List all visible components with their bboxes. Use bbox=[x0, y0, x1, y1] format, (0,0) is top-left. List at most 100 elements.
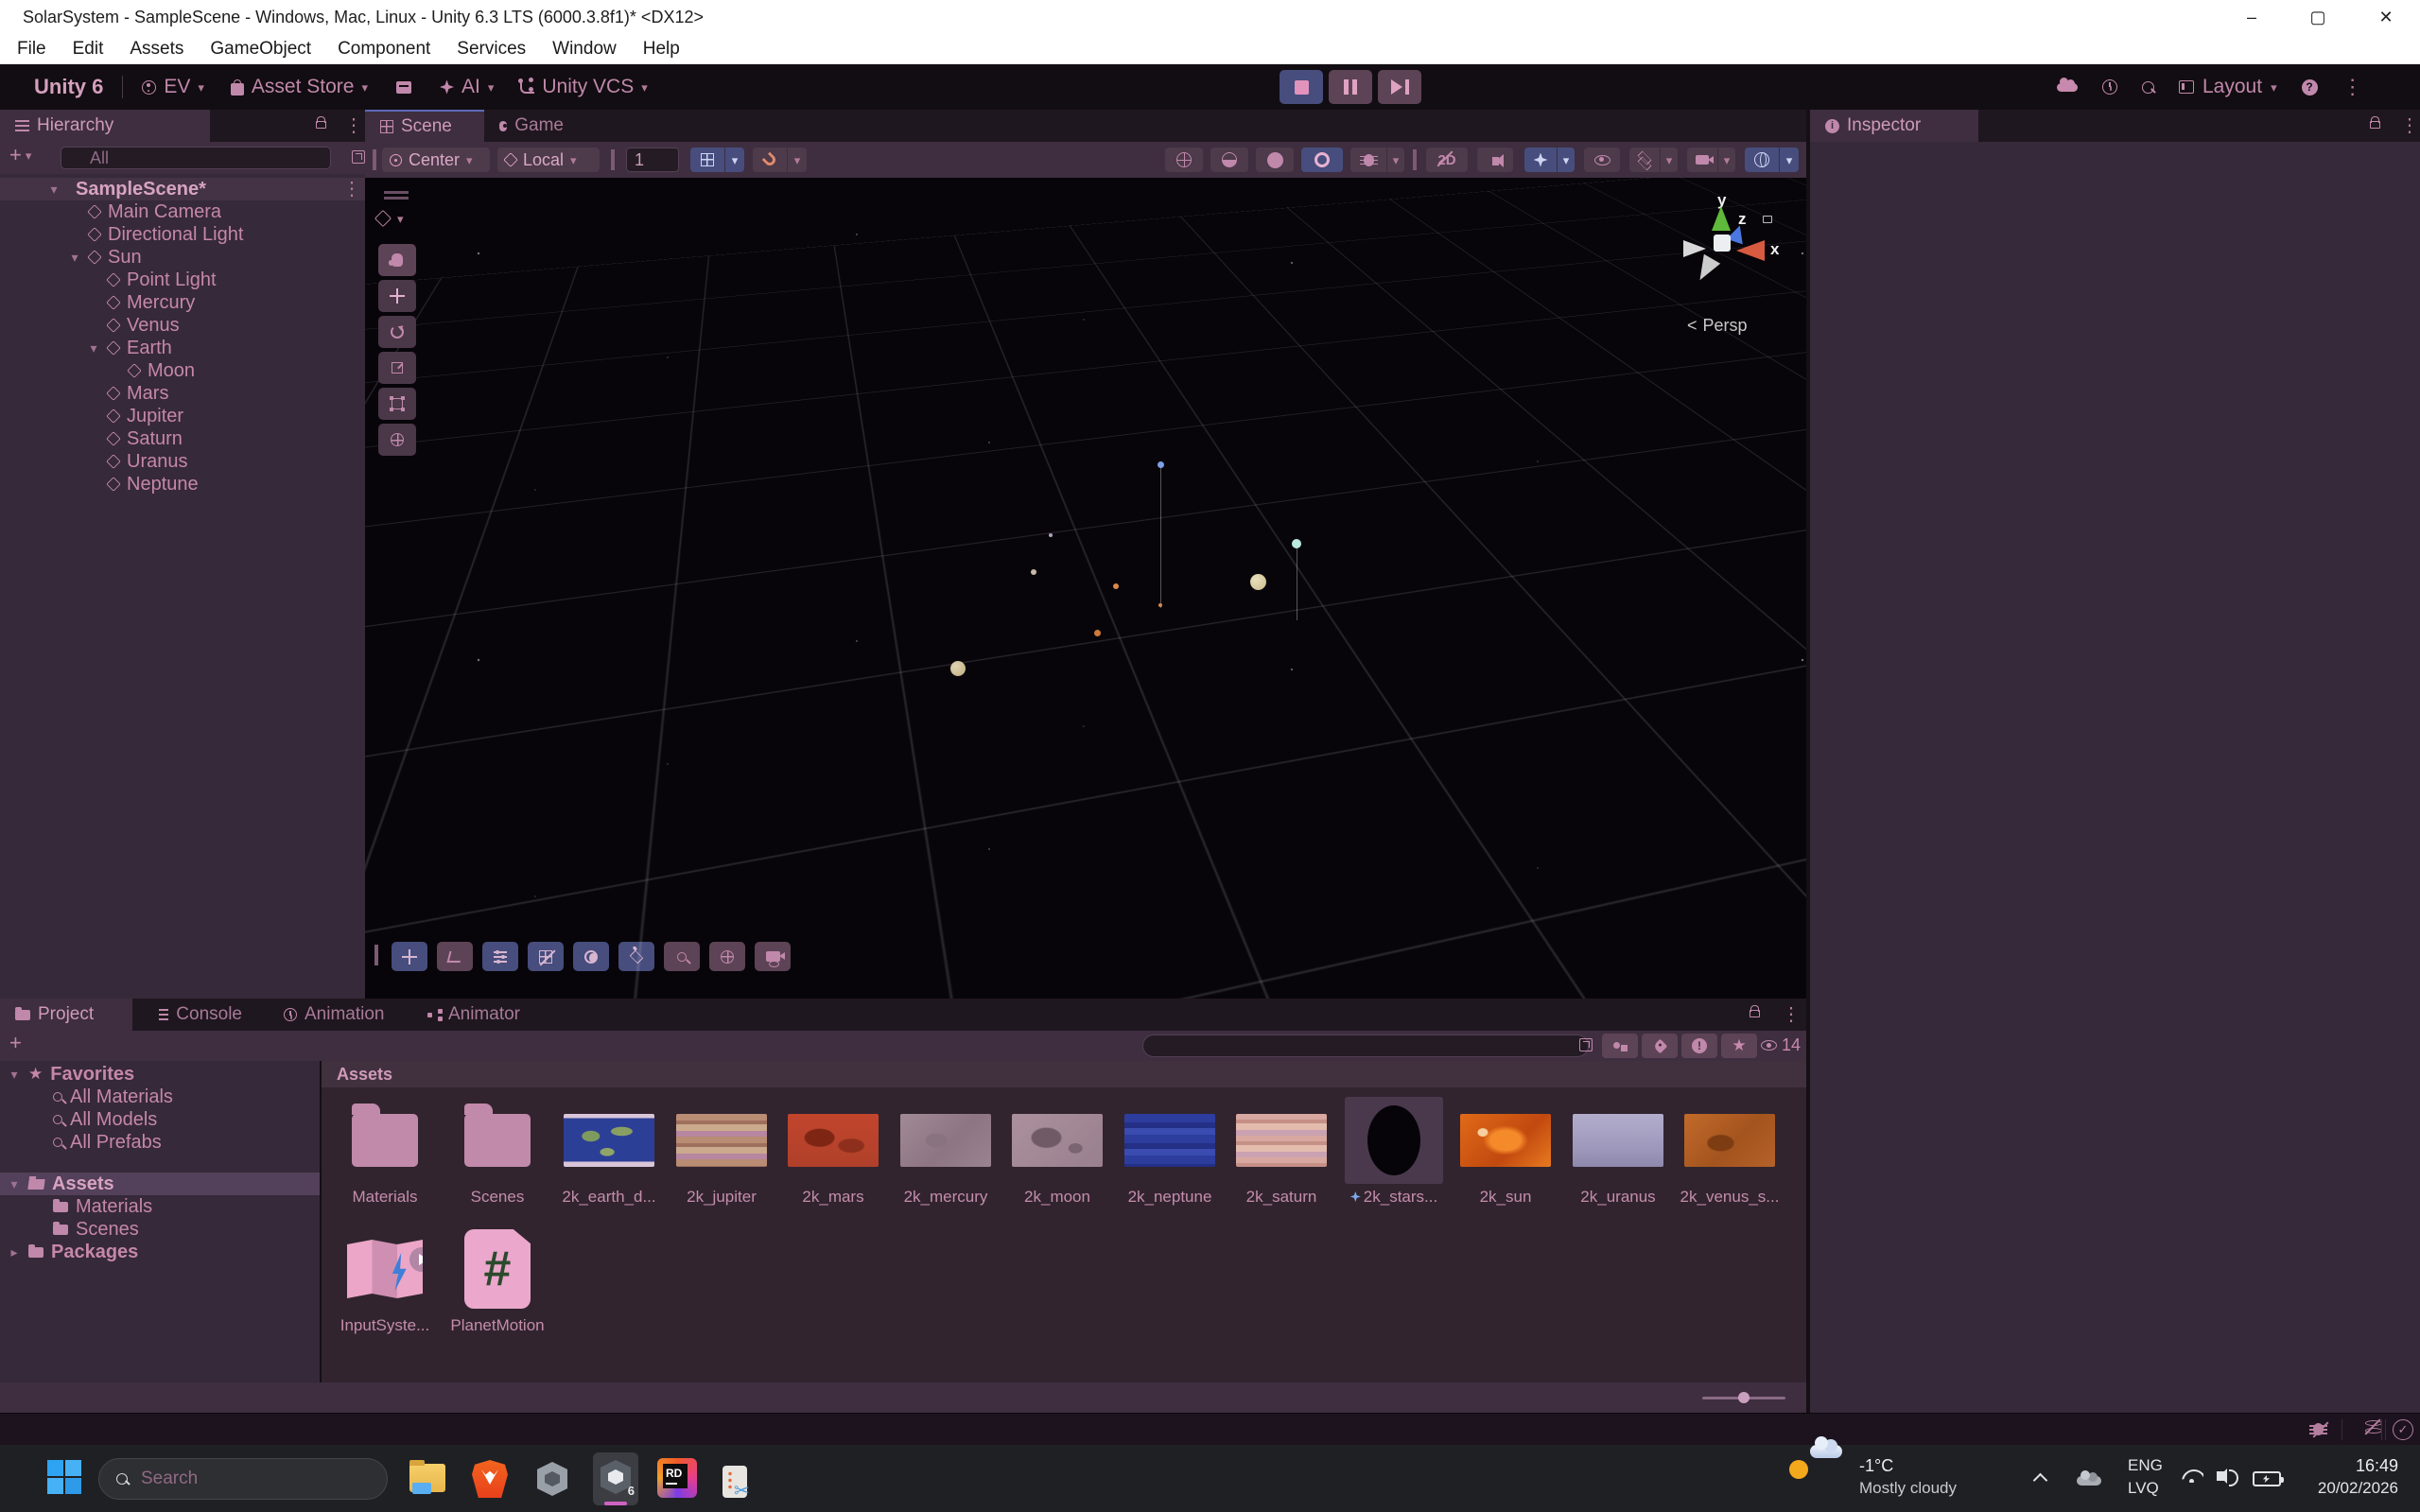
hierarchy-item[interactable]: Moon bbox=[129, 359, 195, 382]
asset-tile-2k-saturn[interactable]: 2k_saturn bbox=[1228, 1097, 1334, 1207]
taskbar-search[interactable] bbox=[98, 1458, 388, 1500]
toolbar-kebab-menu[interactable]: ⋮ bbox=[2342, 77, 2363, 97]
hierarchy-item[interactable]: Mars bbox=[108, 382, 168, 405]
gizmos-caret[interactable]: ▾ bbox=[1780, 148, 1799, 172]
scene-row-kebab[interactable]: ⋮ bbox=[342, 180, 361, 199]
asset-tile-materials[interactable]: Materials bbox=[332, 1097, 438, 1207]
taskbar-file-explorer[interactable] bbox=[407, 1458, 448, 1500]
hierarchy-item[interactable]: Directional Light bbox=[89, 223, 243, 246]
planet-uranus[interactable] bbox=[1292, 539, 1301, 548]
project-search-pick-icon[interactable] bbox=[1579, 1038, 1593, 1051]
hierarchy-item[interactable]: Main Camera bbox=[89, 200, 221, 223]
hierarchy-lock-icon[interactable] bbox=[316, 121, 326, 129]
asset-tile-2k-mars[interactable]: 2k_mars bbox=[780, 1097, 886, 1207]
account-dropdown[interactable]: EV ▾ bbox=[142, 76, 204, 98]
axis-negy-cone[interactable] bbox=[1692, 254, 1720, 286]
onedrive-icon[interactable] bbox=[2077, 1473, 2101, 1490]
scene-camera-caret[interactable]: ▾ bbox=[1718, 148, 1735, 172]
tree-assets-root[interactable]: ▾Assets bbox=[0, 1173, 320, 1195]
filter-by-type-button[interactable] bbox=[1602, 1034, 1638, 1058]
layout-dropdown[interactable]: Layout ▾ bbox=[2179, 76, 2277, 98]
taskbar-unity-editor-active[interactable]: 6 bbox=[593, 1452, 638, 1505]
hierarchy-item[interactable]: Mercury bbox=[108, 291, 195, 314]
overlay-settings-button[interactable] bbox=[482, 942, 518, 971]
menu-window[interactable]: Window bbox=[539, 34, 630, 64]
undo-history-icon[interactable] bbox=[2102, 79, 2117, 95]
overlay-drag-handle[interactable] bbox=[374, 945, 378, 965]
hierarchy-item[interactable]: Venus bbox=[108, 314, 180, 337]
step-button[interactable] bbox=[1378, 70, 1421, 104]
wifi-icon[interactable] bbox=[2181, 1469, 2203, 1487]
project-search-input[interactable] bbox=[1142, 1034, 1589, 1057]
unity-vcs-dropdown[interactable]: Unity VCS ▾ bbox=[520, 76, 647, 98]
create-asset-button[interactable]: + bbox=[9, 1034, 22, 1054]
transform-tool[interactable] bbox=[378, 424, 416, 456]
project-kebab-menu[interactable]: ⋮ bbox=[1782, 1005, 1801, 1024]
effects-caret[interactable]: ▾ bbox=[1558, 148, 1575, 172]
cache-server-disconnected-icon[interactable] bbox=[2365, 1420, 2382, 1434]
overlay-drag-handle[interactable] bbox=[384, 191, 409, 194]
tool-handle-position-dropdown[interactable]: Center ▾ bbox=[382, 148, 490, 172]
clock-date[interactable]: 20/02/2026 bbox=[2289, 1479, 2398, 1498]
asset-tile-2k-moon[interactable]: 2k_moon bbox=[1004, 1097, 1110, 1207]
hierarchy-item[interactable]: Saturn bbox=[108, 427, 183, 450]
planet-neptune[interactable] bbox=[1158, 461, 1164, 468]
clock-time[interactable]: 16:49 bbox=[2289, 1456, 2398, 1476]
maximize-button[interactable]: ▢ bbox=[2296, 0, 2340, 34]
start-button[interactable] bbox=[45, 1458, 83, 1496]
ai-dropdown[interactable]: AI ▾ bbox=[440, 76, 494, 98]
asset-tile-2k-uranus[interactable]: 2k_uranus bbox=[1565, 1097, 1671, 1207]
overlay-lighting-button[interactable] bbox=[573, 942, 609, 971]
taskbar-unity-hub[interactable] bbox=[531, 1458, 573, 1500]
volume-icon[interactable] bbox=[2217, 1468, 2224, 1486]
planet-small[interactable] bbox=[1049, 533, 1053, 537]
menu-help[interactable]: Help bbox=[630, 34, 693, 64]
expand-arrow-icon[interactable]: ▾ bbox=[47, 182, 61, 198]
visible-items-toggle[interactable]: 14 bbox=[1761, 1035, 1801, 1055]
favorites-all-prefabs[interactable]: All Prefabs bbox=[53, 1131, 162, 1154]
filter-by-label-button[interactable] bbox=[1642, 1034, 1678, 1058]
asset-tile-2k-neptune[interactable]: 2k_neptune bbox=[1117, 1097, 1223, 1207]
planet-mars[interactable] bbox=[1113, 583, 1119, 589]
close-button[interactable]: ✕ bbox=[2364, 0, 2408, 34]
hierarchy-kebab-menu[interactable]: ⋮ bbox=[344, 116, 363, 135]
draw-mode-shaded-button[interactable] bbox=[1256, 148, 1294, 172]
hierarchy-item[interactable]: ▾Sun bbox=[68, 246, 142, 269]
asset-tile-2k-earth[interactable]: 2k_earth_d... bbox=[556, 1097, 662, 1207]
toolbar-drag-handle[interactable] bbox=[1413, 149, 1417, 170]
overlay-camera-preview-button[interactable] bbox=[755, 942, 791, 971]
menu-assets[interactable]: Assets bbox=[116, 34, 197, 64]
asset-tile-scenes[interactable]: Scenes bbox=[444, 1097, 550, 1207]
layers-button[interactable] bbox=[1629, 148, 1660, 172]
grid-visibility-button[interactable] bbox=[690, 148, 724, 172]
help-icon[interactable] bbox=[2302, 79, 2318, 96]
tab-project[interactable]: Project bbox=[0, 999, 132, 1031]
pause-button[interactable] bbox=[1329, 70, 1372, 104]
grid-visibility-caret[interactable]: ▾ bbox=[725, 148, 744, 172]
asset-tile-2k-stars[interactable]: 2k_stars... bbox=[1341, 1097, 1447, 1207]
menu-component[interactable]: Component bbox=[324, 34, 444, 64]
language-line2[interactable]: LVQ bbox=[2128, 1479, 2159, 1498]
overlay-snap-button[interactable] bbox=[618, 942, 654, 971]
axis-y-cone[interactable] bbox=[1712, 206, 1731, 231]
asset-tile-planetmotion[interactable]: # PlanetMotion bbox=[444, 1225, 550, 1335]
view-hand-tool[interactable] bbox=[378, 244, 416, 276]
tree-folder-materials[interactable]: Materials bbox=[53, 1195, 152, 1218]
debug-draw-caret[interactable]: ▾ bbox=[1387, 148, 1404, 172]
planet-saturn[interactable] bbox=[1250, 574, 1266, 590]
draw-mode-wireframe-button[interactable] bbox=[1165, 148, 1203, 172]
tab-scene[interactable]: Scene bbox=[365, 110, 484, 142]
weather-temp[interactable]: -1°C bbox=[1859, 1456, 1893, 1476]
grid-size-input[interactable] bbox=[626, 148, 679, 172]
tab-inspector[interactable]: Inspector bbox=[1810, 110, 1978, 142]
tree-folder-scenes[interactable]: Scenes bbox=[53, 1218, 139, 1241]
draw-mode-shaded-wire-button[interactable] bbox=[1210, 148, 1248, 172]
gizmo-center-cube[interactable] bbox=[1714, 235, 1731, 252]
language-line1[interactable]: ENG bbox=[2128, 1456, 2163, 1475]
asset-store-dropdown[interactable]: Asset Store ▾ bbox=[231, 76, 368, 98]
asset-tile-inputsystem[interactable]: InputSyste... bbox=[332, 1225, 438, 1335]
overlay-grid-toggle-button[interactable] bbox=[528, 942, 564, 971]
projection-mode-label[interactable]: <Persp bbox=[1687, 316, 1748, 336]
toggle-2d-button[interactable]: 2D bbox=[1426, 148, 1468, 172]
grid-snap-caret[interactable]: ▾ bbox=[788, 148, 807, 172]
